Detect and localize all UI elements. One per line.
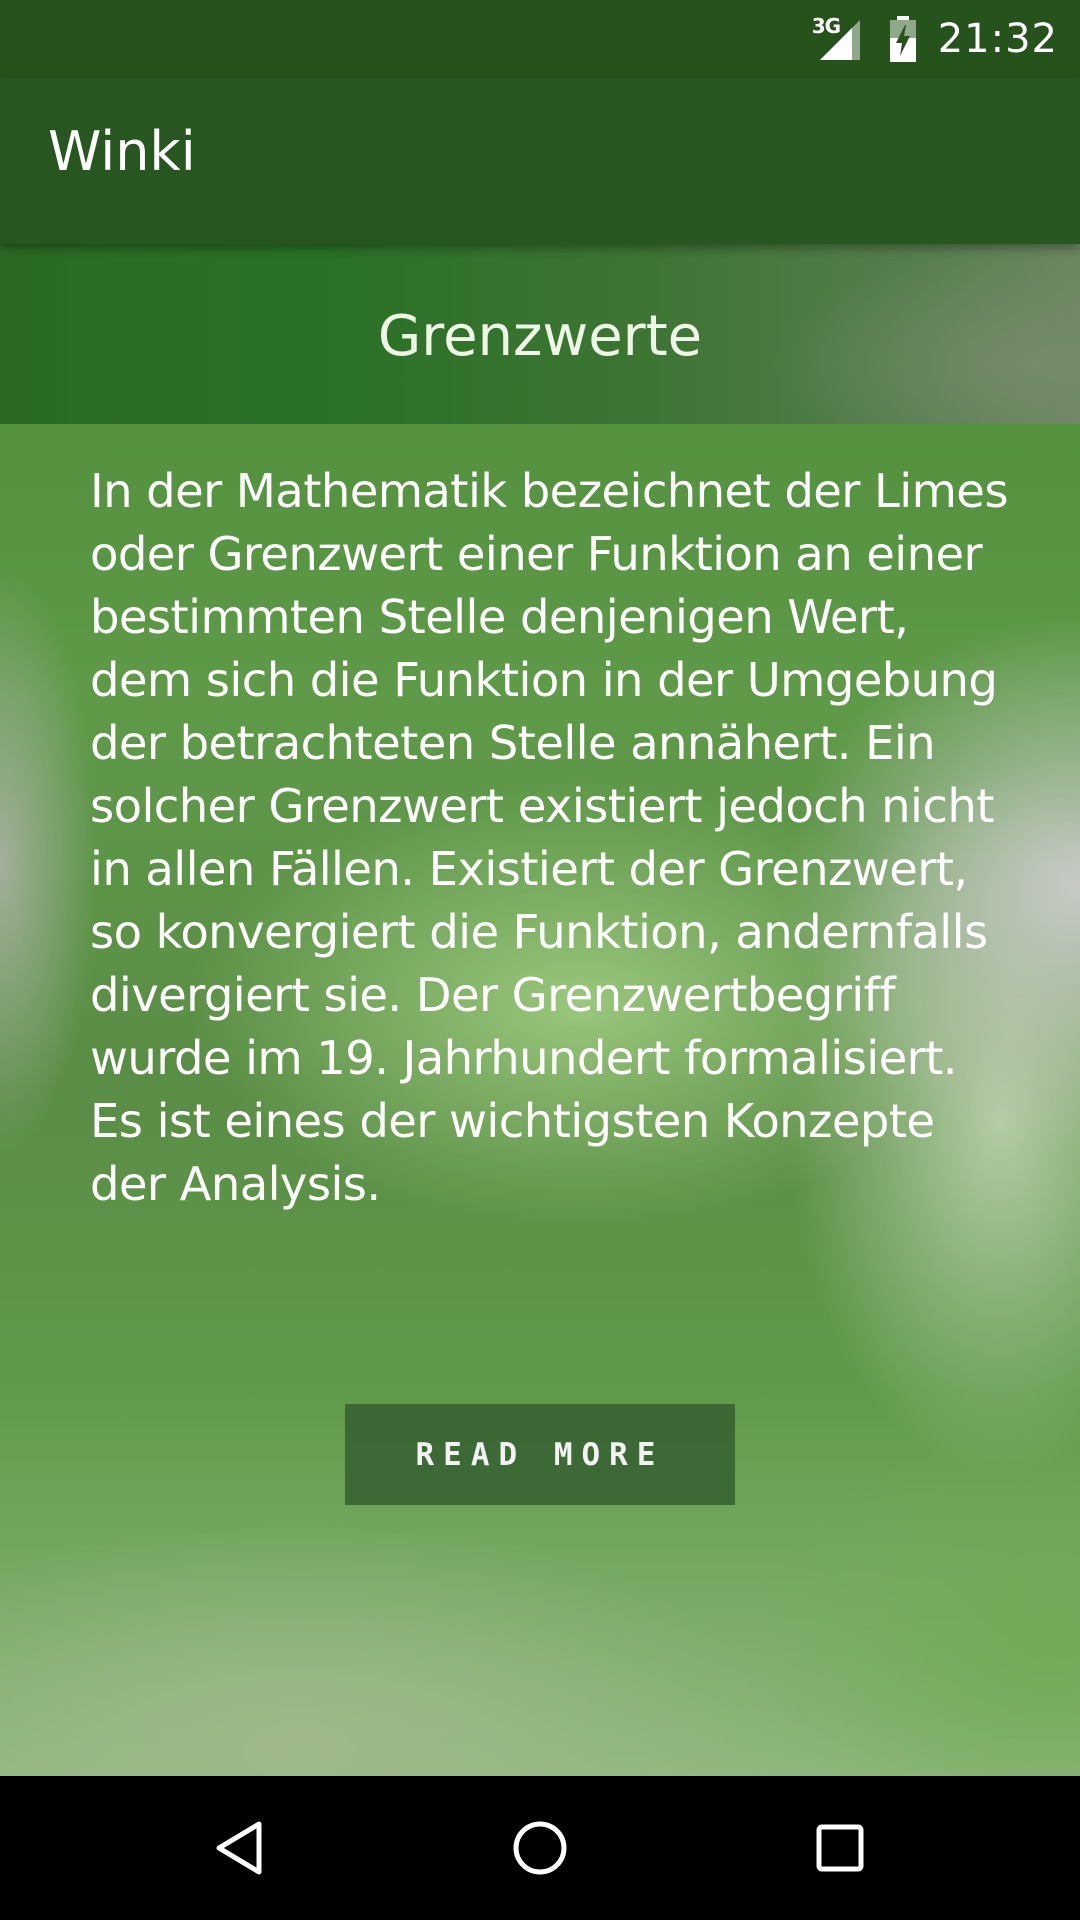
navigation-bar [0,1776,1080,1920]
article-content[interactable]: Grenzwerte In der Mathematik bezeichnet … [0,244,1080,1776]
article-title: Grenzwerte [377,304,703,369]
back-icon[interactable] [140,1776,340,1920]
read-more-button[interactable]: READ MORE [345,1404,735,1505]
app-bar: Winki [0,78,1080,244]
home-icon[interactable] [440,1776,640,1920]
status-icons: 3G 21:32 [812,0,1058,78]
signal-icon: 3G [811,14,868,62]
app-title: Winki [48,120,196,183]
article-header: Grenzwerte [0,244,1080,424]
screen: 3G 21:32 Winki Grenzwerte In der Mathema… [0,0,1080,1920]
status-bar: 3G 21:32 [0,0,1080,78]
article-body: In der Mathematik bezeichnet der Limes o… [90,464,1009,1211]
battery-charging-icon [888,16,918,62]
network-type-label: 3G [811,14,841,38]
recents-icon[interactable] [740,1776,940,1920]
clock: 21:32 [937,16,1058,62]
